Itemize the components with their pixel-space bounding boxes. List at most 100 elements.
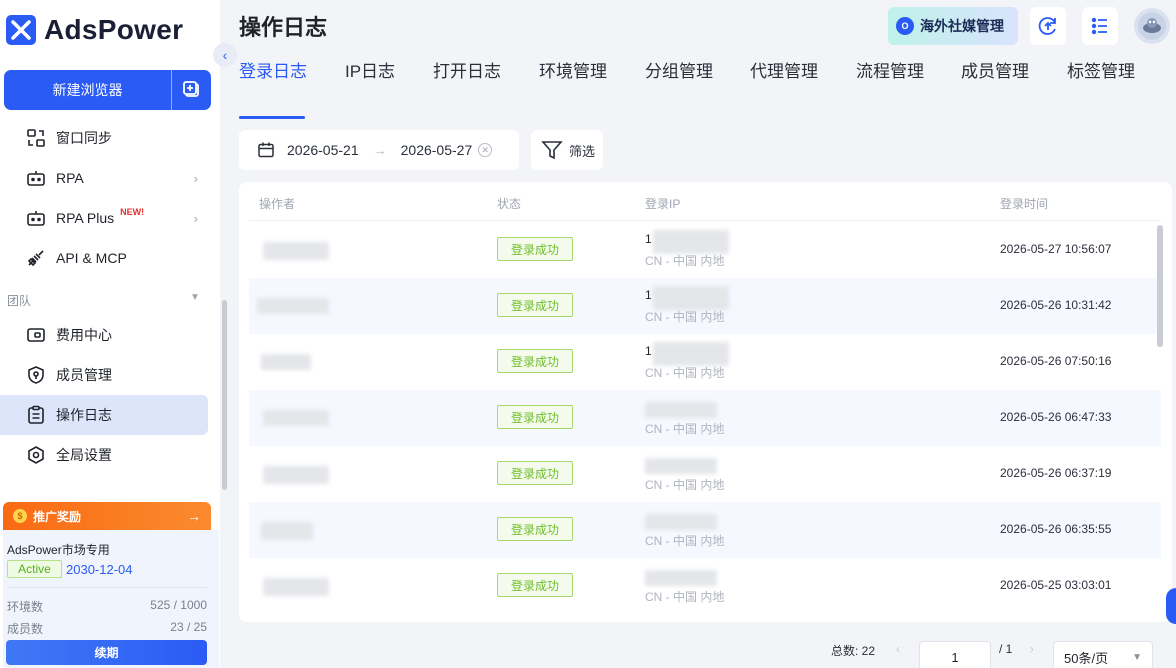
ip-location: CN - 中国 内地 — [645, 366, 725, 380]
env-count-row: 环境数 525 / 1000 — [7, 598, 207, 615]
env-count-value: 525 / 1000 — [150, 598, 207, 612]
plan-name: AdsPower市场专用 — [7, 543, 110, 557]
renew-button[interactable]: 续期 — [6, 640, 207, 665]
page-size-select[interactable]: 50条/页 ▼ — [1053, 641, 1153, 668]
prev-page-icon[interactable]: ‹ — [896, 642, 900, 656]
login-time: 2026-05-27 10:56:07 — [1000, 242, 1112, 256]
tab-login-log[interactable]: 登录日志 — [239, 58, 309, 86]
sidebar-item-label: 全局设置 — [56, 447, 112, 463]
table-row[interactable]: 登录成功 1 CN - 中国 内地 2026-05-27 10:56:07 — [249, 222, 1161, 278]
redacted-operator — [263, 578, 329, 596]
status-badge: 登录成功 — [497, 461, 573, 485]
sidebar-item-api-mcp[interactable]: API & MCP — [0, 238, 208, 278]
table-row[interactable]: 登录成功 1 CN - 中国 内地 2026-05-26 10:31:42 — [249, 278, 1161, 334]
ip-location: CN - 中国 内地 — [645, 534, 725, 548]
redacted-operator — [261, 354, 311, 370]
plan-status-badge: Active — [7, 560, 62, 578]
login-time: 2026-05-26 10:31:42 — [1000, 298, 1112, 312]
sidebar-item-label: 操作日志 — [56, 407, 112, 423]
clipboard-icon — [24, 403, 48, 427]
sidebar-item-billing[interactable]: 费用中心 — [0, 315, 208, 355]
redacted-ip — [645, 402, 717, 418]
redacted-ip — [645, 570, 717, 586]
tab-tag-management[interactable]: 标签管理 — [1067, 58, 1137, 86]
robot-plus-icon — [24, 206, 48, 230]
avatar-icon — [1138, 12, 1166, 40]
redacted-operator — [263, 242, 329, 260]
filter-button[interactable]: 筛选 — [531, 130, 603, 170]
collapse-sidebar-button[interactable]: ‹ — [213, 43, 237, 67]
status-badge: 登录成功 — [497, 405, 573, 429]
chevron-down-icon: ▼ — [1132, 651, 1142, 663]
status-badge: 登录成功 — [497, 349, 573, 373]
new-browser-button[interactable]: 新建浏览器 — [4, 70, 171, 110]
clear-icon[interactable]: ✕ — [478, 143, 493, 157]
sidebar-item-rpa-plus[interactable]: RPA Plus NEW! › — [0, 198, 208, 238]
sidebar-scrollbar[interactable] — [222, 300, 227, 490]
menu-list-button[interactable] — [1082, 7, 1118, 45]
tab-ip-log[interactable]: IP日志 — [345, 58, 415, 86]
redacted-ip — [645, 458, 717, 474]
tab-member-management[interactable]: 成员管理 — [961, 58, 1031, 86]
redacted-ip — [653, 286, 729, 310]
chevron-right-icon: › — [193, 170, 198, 186]
redacted-operator — [263, 410, 329, 426]
table-scrollbar[interactable] — [1157, 225, 1163, 347]
tab-flow-management[interactable]: 流程管理 — [856, 58, 926, 86]
next-page-icon[interactable]: › — [1030, 642, 1034, 656]
sidebar-item-label: API & MCP — [56, 250, 127, 266]
date-range-picker[interactable]: 2026-05-21 → 2026-05-27 ✕ — [239, 130, 519, 170]
member-count-row: 成员数 23 / 25 — [7, 620, 207, 637]
page-size-value: 50条/页 — [1064, 650, 1109, 666]
tab-env-management[interactable]: 环境管理 — [539, 58, 609, 86]
arrow-right-icon: → — [187, 508, 201, 524]
table-row[interactable]: 登录成功 CN - 中国 内地 2026-05-26 06:47:33 — [249, 390, 1161, 446]
chevron-right-icon: › — [193, 210, 198, 226]
floating-side-tab[interactable] — [1166, 588, 1176, 624]
wallet-icon — [24, 323, 48, 347]
table-row[interactable]: 登录成功 CN - 中国 内地 2026-05-26 06:35:55 — [249, 502, 1161, 558]
tab-open-log[interactable]: 打开日志 — [433, 58, 503, 86]
total-pages: / 1 — [999, 642, 1013, 656]
table-row[interactable]: 登录成功 CN - 中国 内地 2026-05-25 03:03:01 — [249, 558, 1161, 614]
batch-add-button[interactable] — [171, 70, 211, 110]
social-media-banner[interactable]: O 海外社媒管理 — [888, 7, 1018, 45]
funnel-icon — [541, 141, 563, 160]
window-sync-icon — [24, 126, 48, 150]
table-row[interactable]: 登录成功 CN - 中国 内地 2026-05-26 06:37:19 — [249, 446, 1161, 502]
login-time: 2026-05-26 07:50:16 — [1000, 354, 1112, 368]
promo-reward-banner[interactable]: $ 推广奖励 → — [3, 502, 211, 530]
filter-label: 筛选 — [569, 143, 596, 159]
end-date[interactable]: 2026-05-27 — [401, 142, 473, 158]
login-log-table: 操作者 状态 登录IP 登录时间 登录成功 1 CN - 中国 内地 2026-… — [239, 182, 1172, 622]
plus-square-icon — [182, 81, 199, 97]
redacted-operator — [257, 298, 329, 314]
sidebar-item-label: 成员管理 — [56, 367, 112, 383]
sidebar-item-rpa[interactable]: RPA › — [0, 158, 208, 198]
caret-down-icon[interactable]: ▼ — [190, 292, 200, 303]
chevron-left-icon: ‹ — [222, 47, 228, 63]
login-time: 2026-05-26 06:35:55 — [1000, 522, 1112, 536]
logo[interactable]: AdsPower — [6, 14, 183, 46]
total-count: 总数: 22 — [831, 644, 876, 658]
page-title: 操作日志 — [239, 15, 328, 40]
sidebar-item-members[interactable]: 成员管理 — [0, 355, 208, 395]
plan-card: AdsPower市场专用 Active 2030-12-04 环境数 525 /… — [3, 530, 219, 668]
tab-proxy-management[interactable]: 代理管理 — [750, 58, 820, 86]
sidebar-item-label: RPA — [56, 170, 84, 186]
login-ip: 1 — [645, 288, 652, 302]
sidebar-item-operation-log[interactable]: 操作日志 — [0, 395, 208, 435]
settings-hex-icon — [24, 443, 48, 467]
coin-icon: $ — [13, 509, 27, 523]
robot-icon — [24, 166, 48, 190]
banner-label: 海外社媒管理 — [920, 18, 1004, 34]
update-button[interactable] — [1030, 7, 1066, 45]
tab-group-management[interactable]: 分组管理 — [645, 58, 715, 86]
sidebar-item-label: RPA Plus — [56, 210, 115, 226]
start-date[interactable]: 2026-05-21 — [287, 142, 359, 158]
user-avatar[interactable] — [1134, 8, 1170, 44]
sidebar-item-global-settings[interactable]: 全局设置 — [0, 435, 208, 475]
sidebar-item-window-sync[interactable]: 窗口同步 — [0, 118, 208, 158]
table-row[interactable]: 登录成功 1 CN - 中国 内地 2026-05-26 07:50:16 — [249, 334, 1161, 390]
page-number-input[interactable]: 1 — [919, 641, 991, 668]
